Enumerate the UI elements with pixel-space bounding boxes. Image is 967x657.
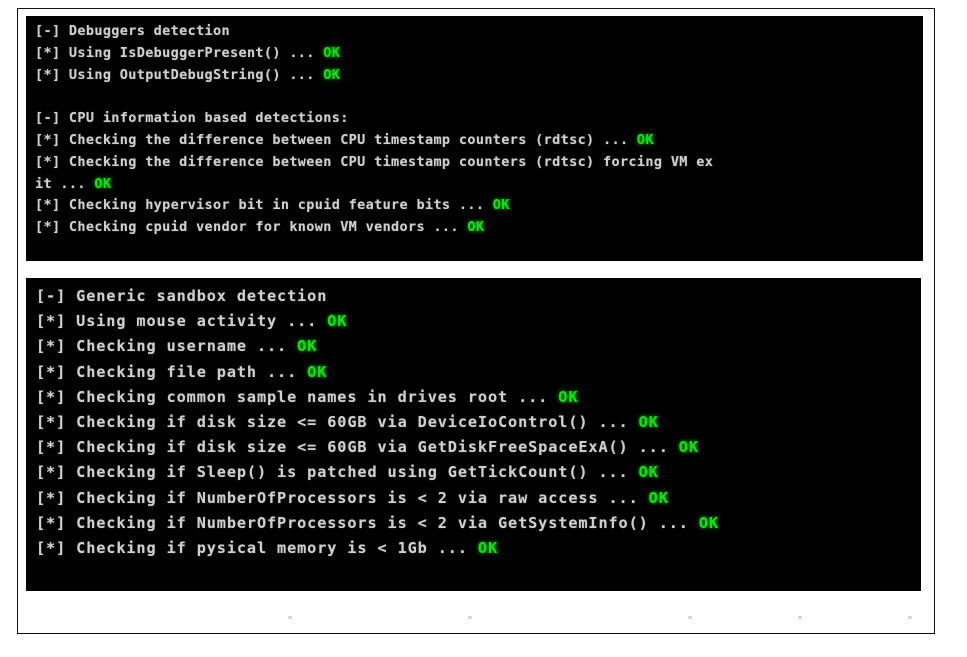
status-badge-ok: OK <box>323 66 341 83</box>
scan-artifact-dot <box>688 616 692 619</box>
scan-artifact-dot <box>798 616 802 619</box>
console-line-text: [*] Checking cpuid vendor for known VM v… <box>35 219 468 236</box>
console-line-text: [*] Checking if Sleep() is patched using… <box>36 463 639 482</box>
console-line: [*] Checking if disk size <= 60GB via Ge… <box>26 435 921 460</box>
console-line: [*] Checking cpuid vendor for known VM v… <box>26 217 923 239</box>
status-badge-ok: OK <box>327 312 348 331</box>
status-badge-ok: OK <box>492 197 510 214</box>
status-badge-ok: OK <box>678 438 699 457</box>
console-panel-sandbox-detection: [-] Generic sandbox detection [*] Using m… <box>26 278 921 591</box>
status-badge-ok: OK <box>638 463 659 482</box>
console-line: [*] Checking username ... OK <box>26 334 921 359</box>
console-output-sandbox: [-] Generic sandbox detection [*] Using m… <box>26 278 921 561</box>
console-output-cpu: [-] Debuggers detection [*] Using IsDebug… <box>26 16 923 239</box>
console-line-text: [*] Using mouse activity ... <box>36 312 328 331</box>
console-line: [*] Using mouse activity ... OK <box>26 309 921 334</box>
scan-artifact-speckles <box>288 616 967 620</box>
console-line: [*] Checking if Sleep() is patched using… <box>26 460 921 485</box>
status-badge-ok: OK <box>477 539 499 558</box>
status-badge-ok: OK <box>636 131 654 148</box>
console-line: [*] Checking if NumberOfProcessors is < … <box>26 511 921 536</box>
console-line: [*] Checking if disk size <= 60GB via De… <box>26 410 921 435</box>
document-page: [-] Debuggers detection [*] Using IsDebug… <box>17 8 935 634</box>
status-badge-ok: OK <box>467 219 485 236</box>
status-badge-ok: OK <box>297 337 318 356</box>
status-badge-ok: OK <box>558 387 579 406</box>
console-line-text: [*] Using OutputDebugString() ... <box>35 66 324 83</box>
console-line: [*] Using IsDebuggerPresent() ... OK <box>26 43 923 65</box>
console-line-text: [*] Checking username ... <box>36 337 298 356</box>
console-line-text: [*] Checking if pysical memory is < 1Gb … <box>36 539 478 558</box>
console-line-text: it ... <box>35 175 95 192</box>
console-line: [*] Checking file path ... OK <box>26 360 921 385</box>
status-badge-ok: OK <box>698 513 719 532</box>
console-line-text: [*] Using IsDebuggerPresent() ... <box>35 44 324 61</box>
scan-artifact-dot <box>468 616 472 619</box>
console-line-text: [-] CPU information based detections: <box>35 110 349 127</box>
status-badge-ok: OK <box>307 362 328 381</box>
console-line: [*] Checking if pysical memory is < 1Gb … <box>26 536 921 561</box>
console-line: [-] Debuggers detection <box>26 21 923 43</box>
console-line-text: [*] Checking file path ... <box>36 362 308 381</box>
console-line-text: [*] Checking if disk size <= 60GB via Ge… <box>36 438 679 457</box>
console-line: [*] Checking the difference between CPU … <box>26 130 923 152</box>
console-line-text: [*] Checking the difference between CPU … <box>35 131 637 148</box>
console-panel-cpu-detection: [-] Debuggers detection [*] Using IsDebug… <box>26 16 923 261</box>
scan-artifact-dot <box>908 616 912 619</box>
status-badge-ok: OK <box>94 175 112 192</box>
console-line-text <box>35 88 43 104</box>
status-badge-ok: OK <box>638 413 659 432</box>
console-line-text: [*] Checking if NumberOfProcessors is < … <box>36 513 699 532</box>
console-line: it ... OK <box>26 174 923 196</box>
scan-artifact-dot <box>288 616 292 619</box>
console-line-text: [*] Checking if disk size <= 60GB via De… <box>36 413 639 432</box>
console-line-text: [-] Generic sandbox detection <box>36 287 328 305</box>
status-badge-ok: OK <box>648 488 669 507</box>
console-line-text: [*] Checking hypervisor bit in cpuid fea… <box>35 197 493 214</box>
console-line: [*] Checking if NumberOfProcessors is < … <box>26 486 921 511</box>
status-badge-ok: OK <box>323 44 341 61</box>
console-line: [*] Checking hypervisor bit in cpuid fea… <box>26 195 923 217</box>
console-line: [-] CPU information based detections: <box>26 108 923 130</box>
console-line: [*] Checking the difference between CPU … <box>26 152 923 174</box>
console-line-text: [*] Checking common sample names in driv… <box>36 387 559 406</box>
console-line-blank <box>26 86 923 108</box>
console-line-text: [*] Checking if NumberOfProcessors is < … <box>36 488 649 507</box>
console-line: [*] Using OutputDebugString() ... OK <box>26 65 923 87</box>
console-line-text: [-] Debuggers detection <box>35 23 230 39</box>
console-line: [-] Generic sandbox detection <box>26 284 921 309</box>
console-line-text: [*] Checking the difference between CPU … <box>35 153 714 170</box>
console-line: [*] Checking common sample names in driv… <box>26 385 921 410</box>
